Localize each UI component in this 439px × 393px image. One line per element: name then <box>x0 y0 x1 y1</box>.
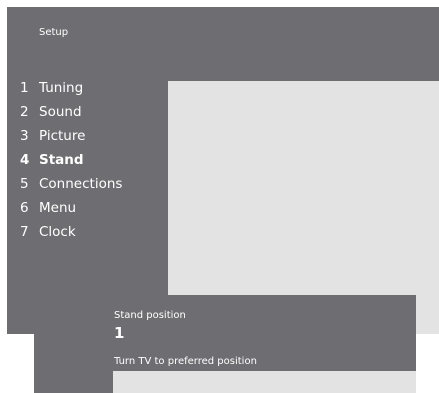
menu-item-label: Menu <box>39 200 77 216</box>
menu-item-label: Tuning <box>39 80 84 96</box>
stand-position-value[interactable]: 1 <box>114 324 124 342</box>
popup-input-area <box>113 371 416 393</box>
menu-item-stand[interactable]: 4 Stand <box>20 150 122 174</box>
stand-position-popup: Stand position 1 Turn TV to preferred po… <box>34 295 416 393</box>
menu-item-number: 7 <box>20 224 29 240</box>
menu-item-label: Stand <box>39 152 84 168</box>
menu-item-number: 6 <box>20 200 29 216</box>
menu-item-number: 5 <box>20 176 29 192</box>
menu-item-number: 4 <box>20 152 30 168</box>
menu-item-label: Picture <box>39 128 86 144</box>
menu-item-number: 2 <box>20 104 29 120</box>
menu-item-number: 1 <box>20 80 29 96</box>
setup-screen: Setup 1 Tuning 2 Sound 3 Picture 4 Stand 5 Co… <box>7 7 439 334</box>
menu-item-label: Clock <box>39 224 76 240</box>
menu-item-tuning[interactable]: 1 Tuning <box>20 78 122 102</box>
stand-position-hint: Turn TV to preferred position <box>114 356 257 367</box>
menu-item-label: Sound <box>39 104 82 120</box>
menu-item-number: 3 <box>20 128 29 144</box>
setup-menu: 1 Tuning 2 Sound 3 Picture 4 Stand 5 Connecti… <box>20 78 122 246</box>
stand-position-label: Stand position <box>114 310 186 321</box>
page-title: Setup <box>39 27 69 38</box>
menu-item-connections[interactable]: 5 Connections <box>20 174 122 198</box>
menu-item-picture[interactable]: 3 Picture <box>20 126 122 150</box>
menu-item-sound[interactable]: 2 Sound <box>20 102 122 126</box>
menu-item-clock[interactable]: 7 Clock <box>20 222 122 246</box>
menu-item-label: Connections <box>39 176 123 192</box>
menu-item-menu[interactable]: 6 Menu <box>20 198 122 222</box>
